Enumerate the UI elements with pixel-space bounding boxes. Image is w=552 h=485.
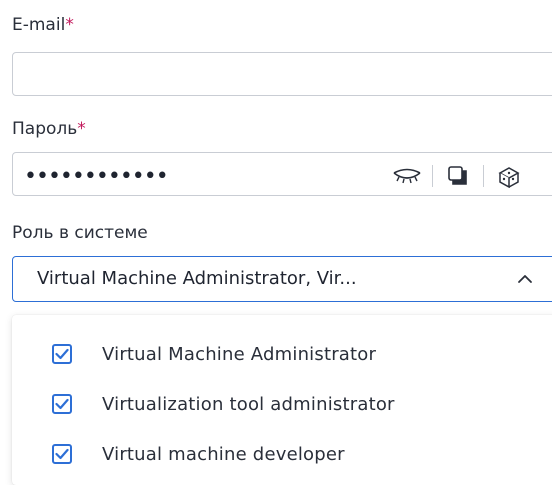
checkbox-checked-icon[interactable] xyxy=(52,444,72,464)
email-label-text: E-mail xyxy=(12,15,66,35)
divider xyxy=(483,165,484,187)
chevron-up-icon[interactable] xyxy=(515,271,535,287)
copy-icon[interactable] xyxy=(443,164,473,188)
divider xyxy=(432,165,433,187)
role-option[interactable]: Virtual Machine Administrator xyxy=(52,339,376,369)
password-label: Пароль* xyxy=(12,118,86,140)
password-label-text: Пароль xyxy=(12,119,78,139)
email-label: E-mail* xyxy=(12,14,74,36)
role-option[interactable]: Virtual machine developer xyxy=(52,439,345,469)
role-option-label: Virtualization tool administrator xyxy=(102,393,395,415)
role-select[interactable]: Virtual Machine Administrator, Vir... xyxy=(12,256,552,302)
role-option[interactable]: Virtualization tool administrator xyxy=(52,389,395,419)
role-label: Роль в системе xyxy=(12,223,148,243)
role-option-label: Virtual machine developer xyxy=(102,443,345,465)
checkbox-checked-icon[interactable] xyxy=(52,394,72,414)
password-masked-value[interactable]: •••••••••••• xyxy=(24,166,169,188)
password-actions xyxy=(392,162,524,190)
eye-closed-icon[interactable] xyxy=(392,164,422,188)
checkbox-checked-icon[interactable] xyxy=(52,344,72,364)
role-selected-value: Virtual Machine Administrator, Vir... xyxy=(37,268,357,289)
role-option-label: Virtual Machine Administrator xyxy=(102,343,377,365)
email-field[interactable] xyxy=(13,53,552,95)
role-dropdown: Virtual Machine Administrator Virtualiza… xyxy=(12,315,552,485)
dice-icon[interactable] xyxy=(494,164,524,188)
required-mark: * xyxy=(65,15,74,35)
required-mark: * xyxy=(77,119,86,139)
email-field-wrapper[interactable] xyxy=(12,52,552,96)
